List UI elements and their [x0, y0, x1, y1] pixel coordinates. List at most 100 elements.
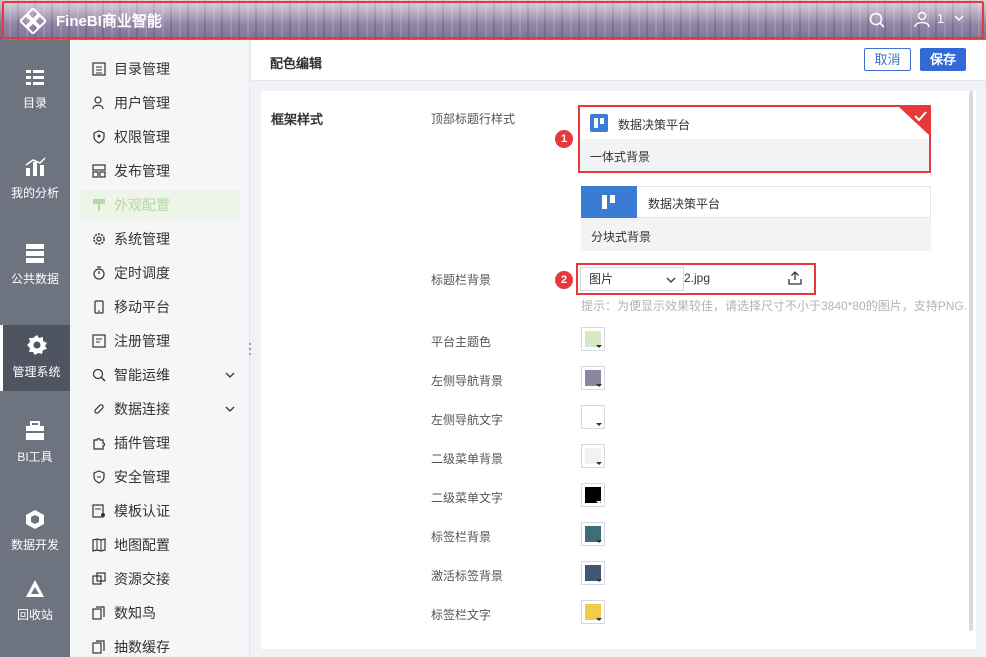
nav-public-data[interactable]: 公共数据 [0, 242, 70, 287]
color-label: 平台主题色 [431, 335, 492, 349]
map-icon [92, 538, 106, 552]
color-label: 激活标签背景 [431, 569, 504, 583]
nav-label: 我的分析 [10, 186, 59, 200]
chevron-down-icon[interactable] [224, 403, 236, 415]
callout-box-header [2, 1, 984, 39]
certify-icon [92, 504, 105, 518]
menu-item-publish[interactable]: 发布管理 [80, 156, 240, 186]
user-icon [92, 96, 104, 110]
menu-item-system[interactable]: 系统管理 [80, 224, 240, 254]
settings-panel [261, 91, 976, 649]
analysis-icon [25, 157, 46, 176]
page-title: 配色编辑 [270, 56, 323, 71]
menu-item-smart-ops[interactable]: 智能运维 [80, 360, 240, 390]
header-style-option-block[interactable]: 数据决策平台 分块式背景 [581, 186, 931, 251]
shield-icon [93, 470, 105, 484]
chevron-down-icon[interactable] [224, 369, 236, 381]
nav-label: BI工具 [17, 450, 53, 464]
color-label: 二级菜单背景 [431, 452, 504, 466]
section-label-frame-style: 框架样式 [271, 112, 324, 127]
callout-badge-1: 1 [555, 130, 573, 148]
menu-item-map-config[interactable]: 地图配置 [80, 530, 240, 560]
color-label: 标签栏背景 [431, 530, 492, 544]
color-swatch-submenu-bg[interactable] [581, 444, 605, 468]
nav-label: 目录 [22, 96, 47, 110]
menu-item-mobile[interactable]: 移动平台 [80, 292, 240, 322]
menu-item-catalog[interactable]: 目录管理 [80, 54, 240, 84]
handover-icon [92, 572, 106, 585]
toolbox-icon [26, 421, 44, 440]
nav-my-analysis[interactable]: 我的分析 [0, 156, 70, 201]
menu-item-shuzhiniao[interactable]: 数知鸟 [80, 598, 240, 628]
gear-icon [26, 335, 47, 355]
database-icon [26, 244, 44, 263]
callout-badge-2: 2 [555, 271, 573, 289]
edit-toolbar: 配色编辑 取消 保存 [251, 40, 986, 81]
title-bg-file-name: 2.jpg [684, 271, 711, 285]
doc-copy-icon [92, 606, 105, 620]
publish-icon [92, 164, 106, 178]
menu-item-plugins[interactable]: 插件管理 [80, 428, 240, 458]
callout-box-header-style [578, 105, 931, 173]
header-style-label: 顶部标题行样式 [431, 112, 516, 126]
color-swatch-left-nav-bg[interactable] [581, 366, 605, 390]
menu-item-users[interactable]: 用户管理 [80, 88, 240, 118]
color-label: 二级菜单文字 [431, 491, 504, 505]
nav-admin-system[interactable]: 管理系统 [0, 325, 70, 391]
puzzle-icon [93, 437, 106, 450]
menu-item-security[interactable]: 安全管理 [80, 462, 240, 492]
nav-label: 回收站 [16, 608, 53, 622]
menu-item-schedule[interactable]: 定时调度 [80, 258, 240, 288]
upload-icon[interactable] [788, 271, 802, 285]
secondary-menu: 目录管理 用户管理 权限管理 发布管理 外观配置 系统管理 定时调度 移动平台 … [70, 40, 250, 657]
gear-icon [93, 233, 105, 245]
image-size-hint: 提示：为便显示效果较佳，请选择尺寸不小于3840*80的图片，支持PNG. [581, 299, 968, 313]
color-swatch-active-tab-bg[interactable] [581, 561, 605, 585]
recycle-icon [26, 580, 44, 597]
catalog-icon [26, 70, 44, 85]
menu-item-appearance[interactable]: 外观配置 [80, 190, 240, 220]
menu-item-resource-handover[interactable]: 资源交接 [80, 564, 240, 594]
cube-icon [26, 510, 44, 529]
cancel-button[interactable]: 取消 [864, 48, 911, 71]
primary-nav: 目录 我的分析 公共数据 管理系统 BI工具 数据开发 回收站 [0, 40, 70, 657]
nav-recycle-bin[interactable]: 回收站 [0, 578, 70, 623]
title-bg-label: 标题栏背景 [431, 273, 492, 287]
ops-icon [92, 368, 106, 382]
stopwatch-icon [93, 266, 105, 280]
color-swatch-tabbar-bg[interactable] [581, 522, 605, 546]
save-button[interactable]: 保存 [920, 48, 966, 71]
nav-label: 公共数据 [10, 272, 59, 286]
shield-key-icon [93, 130, 105, 144]
scrollbar[interactable] [969, 91, 973, 631]
selected-check-icon [899, 107, 929, 135]
nav-label: 管理系统 [12, 365, 61, 379]
link-icon [94, 404, 104, 414]
color-swatch-left-nav-text[interactable] [581, 405, 605, 429]
mobile-icon [94, 300, 104, 314]
nav-catalog[interactable]: 目录 [0, 68, 70, 111]
nav-label: 数据开发 [10, 538, 59, 552]
list-icon [92, 62, 106, 76]
menu-item-register[interactable]: 注册管理 [80, 326, 240, 356]
nav-bi-tools[interactable]: BI工具 [0, 420, 70, 465]
register-icon [92, 334, 106, 348]
menu-item-permissions[interactable]: 权限管理 [80, 122, 240, 152]
color-swatch-theme[interactable] [581, 327, 605, 351]
menu-item-template-cert[interactable]: 模板认证 [80, 496, 240, 526]
menu-item-extract-cache[interactable]: 抽数缓存 [80, 632, 240, 657]
cache-icon [92, 640, 105, 654]
option-platform-name: 数据决策平台 [648, 197, 721, 211]
color-swatch-submenu-text[interactable] [581, 483, 605, 507]
nav-data-dev[interactable]: 数据开发 [0, 508, 70, 553]
color-swatch-tabbar-text[interactable] [581, 600, 605, 624]
color-label: 标签栏文字 [431, 608, 492, 622]
color-label: 左侧导航文字 [431, 413, 504, 427]
chevron-down-icon [666, 277, 676, 283]
menu-item-data-connection[interactable]: 数据连接 [80, 394, 240, 424]
title-bg-type-select[interactable]: 图片 [580, 267, 684, 291]
brush-icon [93, 199, 105, 211]
option-caption: 分块式背景 [591, 230, 652, 244]
fine-logo-icon [602, 195, 615, 209]
color-label: 左侧导航背景 [431, 374, 504, 388]
